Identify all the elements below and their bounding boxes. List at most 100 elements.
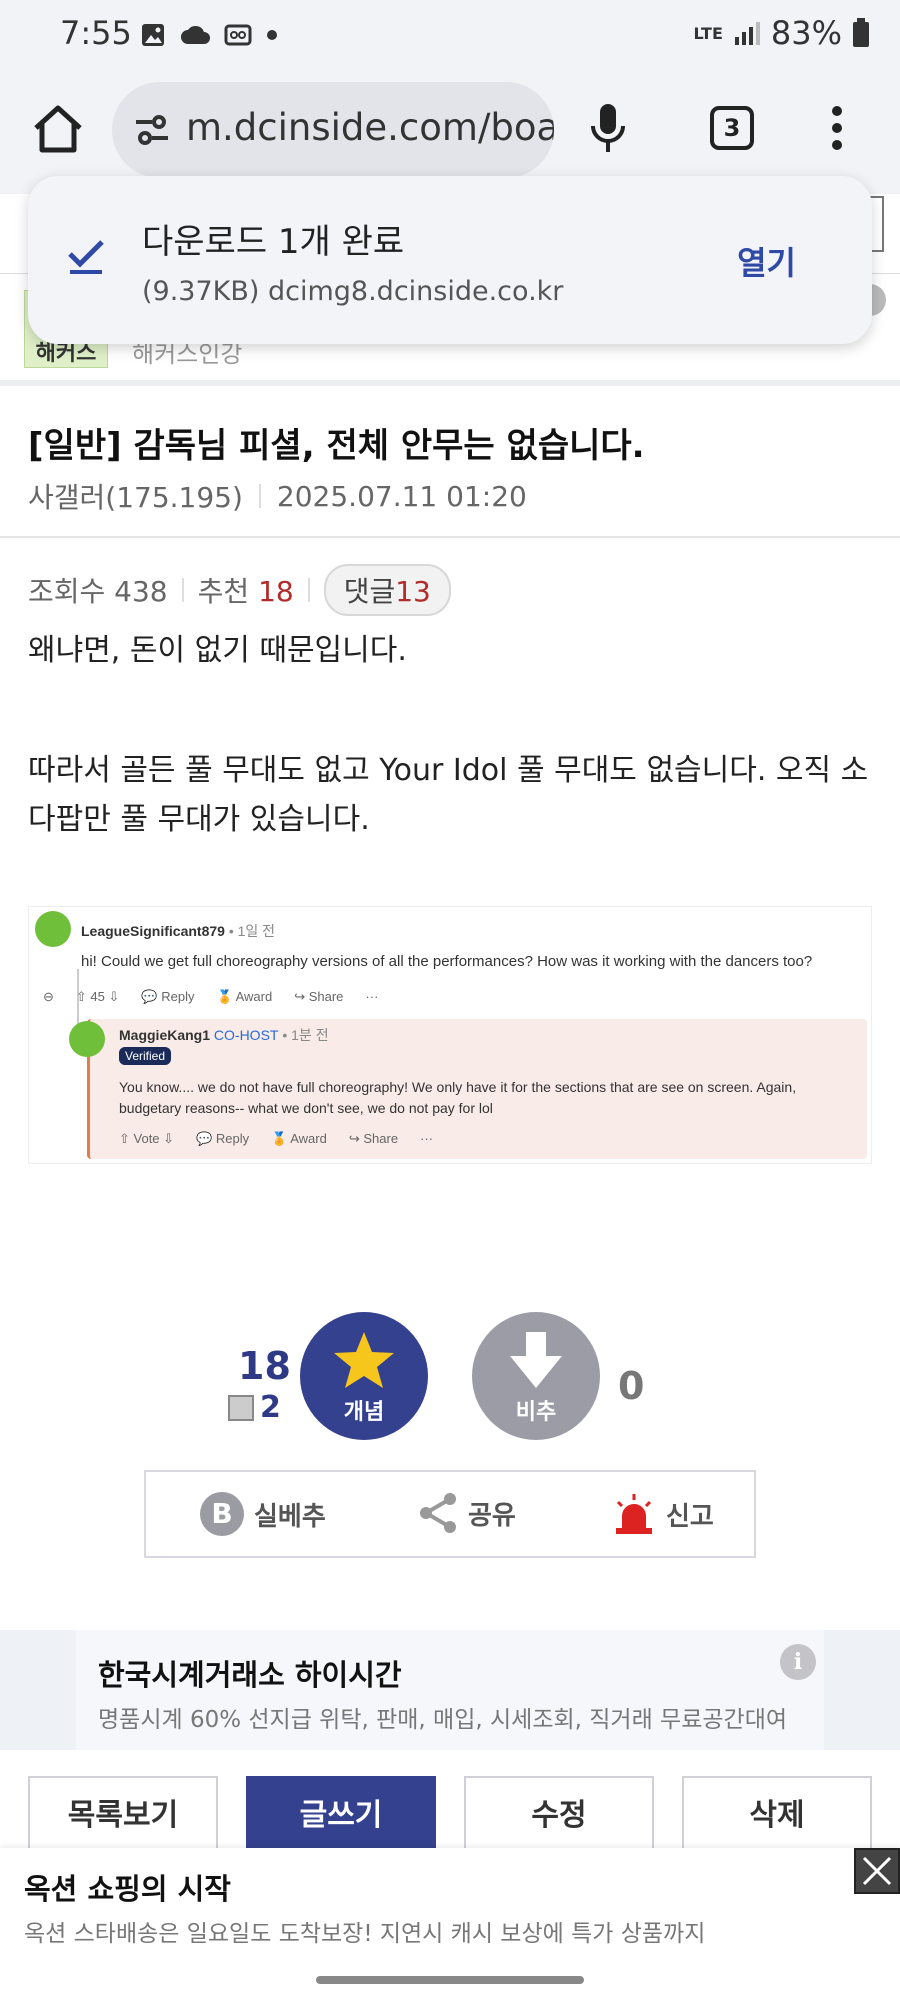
comments-label: 댓글 [343,575,396,608]
cassette-icon [224,24,252,46]
embedded-comment-screenshot[interactable]: LeagueSignificant879 • 1일 전 hi! Could we… [28,906,872,1164]
share-icon [420,1493,456,1533]
views-count: 조회수 438 [28,575,168,608]
comments-count: 13 [395,575,431,608]
meta-separator [258,484,261,508]
image-icon [142,24,164,46]
comments-button[interactable]: 댓글13 [323,564,451,616]
download-complete-toast: 다운로드 1개 완료 (9.37KB) dcimg8.dcinside.co.k… [28,176,872,344]
downvote-count: 0 [618,1364,645,1408]
vote-action: ⇧ Vote ⇩ [119,1131,175,1146]
post-body-line2: 따라서 골든 풀 무대도 없고 Your Idol 풀 무대도 없습니다. 오직… [28,753,869,837]
comment2-user-line: MaggieKang1 CO-HOST • 1분 전 [119,1025,329,1045]
b-icon: B [200,1492,244,1536]
toast-title: 다운로드 1개 완료 [142,222,405,262]
award-action: 🏅 Award [216,989,273,1004]
upvote-label: 개념 [343,1400,385,1425]
edit-button[interactable]: 수정 [464,1776,654,1856]
cloud-icon [181,25,210,44]
silbe-button[interactable]: B 실베추 [200,1492,326,1536]
star-icon [334,1332,394,1388]
post-action-bar: B 실베추 공유 신고 [144,1470,756,1558]
collapse-icon: ⊖ [43,989,54,1004]
upvote-count: 18 [238,1344,291,1388]
signal-icon [734,22,760,45]
recommend-stat: 추천 18 [198,570,294,610]
ad-info-icon[interactable]: i [780,1644,816,1680]
ad-banner[interactable]: 한국시계거래소 하이시간 명품시계 60% 선지급 위탁, 판매, 매입, 시세… [0,1630,900,1750]
bottom-ad-subtitle: 옥션 스타배송은 일요일도 도착보장! 지연시 캐시 보상에 특가 상품까지 [24,1921,706,1947]
comment1-user-line: LeagueSignificant879 • 1일 전 [81,921,275,941]
reply-action: 💬 Reply [196,1131,250,1146]
share-action: ↪ Share [294,989,344,1004]
comment2-actions: ⇧ Vote ⇩ 💬 Reply 🏅 Award ↪ Share ··· [119,1131,433,1147]
reply-label: Reply [215,1131,250,1146]
address-bar[interactable]: m.dcinside.com/board [112,82,554,178]
report-label: 신고 [666,1501,714,1532]
stats-separator [181,578,184,602]
status-bar: 7:55 LTE 83% [0,0,900,72]
home-button[interactable] [30,102,86,158]
tab-switcher-button[interactable]: 3 [710,106,754,150]
toast-open-button[interactable]: 열기 [737,238,796,284]
post-author[interactable]: 사갤러(175.195) [28,476,243,516]
close-icon [862,1856,892,1886]
comment1-actions: ⊖ ⇧ 45 ⇩ 💬 Reply 🏅 Award ↪ Share ··· [43,989,378,1005]
post-stats: 조회수 438 추천 18 댓글13 [28,564,451,616]
share-action: ↪ Share [348,1131,399,1146]
toast-subtitle: (9.37KB) dcimg8.dcinside.co.kr [142,276,564,307]
reply-label: Reply [161,989,195,1004]
post-body-line1: 왜냐면, 돈이 없기 때문입니다. [28,633,407,668]
delete-button[interactable]: 삭제 [682,1776,872,1856]
post-datetime: 2025.07.11 01:20 [276,479,527,513]
stats-separator [307,578,310,602]
status-system-icons: LTE 83% [693,14,870,52]
vote-label: Vote [133,1131,160,1146]
downvote-button[interactable]: 비추 [472,1312,600,1440]
comment2-text: You know.... we do not have full choreog… [119,1079,797,1116]
fixed-recommend-icon [228,1394,254,1421]
commenter-avatar [35,911,71,947]
fixed-recommend-count: 2 [260,1390,281,1425]
more-icon: ··· [365,989,379,1004]
down-arrow-icon [510,1332,562,1388]
navigation-bar [0,1968,900,2000]
ad-subtitle: 명품시계 60% 선지급 위탁, 판매, 매입, 시세조회, 직거래 무료공간대… [98,1707,788,1733]
battery-percent: 83% [770,14,842,52]
siren-icon [616,1494,652,1534]
ad-title: 한국시계거래소 하이시간 [98,1658,402,1692]
post-button-row: 목록보기 글쓰기 수정 삭제 [0,1750,900,1856]
divider [0,536,900,538]
reply-avatar [69,1021,105,1057]
comment2-time: • 1분 전 [282,1027,329,1043]
bottom-ad-close-button[interactable] [854,1848,900,1894]
comment1-username: LeagueSignificant879 [81,923,225,939]
award-label: Award [290,1131,327,1146]
share-label: 공유 [468,1500,516,1531]
report-button[interactable]: 신고 [612,1492,714,1536]
network-type: LTE [693,23,723,43]
home-icon [34,105,82,153]
share-label: Share [363,1131,399,1146]
write-button[interactable]: 글쓰기 [246,1776,436,1856]
comment2-username: MaggieKang1 [119,1027,211,1043]
post-meta: 사갤러(175.195) 2025.07.11 01:20 [28,476,527,516]
verified-badge: Verified [119,1047,172,1065]
upvote-button[interactable]: 개념 [300,1312,428,1440]
comment1-text: hi! Could we get full choreography versi… [81,953,813,970]
more-vertical-icon [832,106,842,150]
status-notification-icons [140,22,278,48]
comment2-role: CO-HOST [213,1027,279,1043]
share-button[interactable]: 공유 [418,1492,516,1534]
status-time: 7:55 [60,14,132,52]
list-button[interactable]: 목록보기 [28,1776,218,1856]
microphone-icon [591,104,625,152]
gesture-handle[interactable] [316,1976,584,1984]
recommend-label: 추천 [197,575,250,608]
browser-menu-button[interactable] [830,104,844,156]
site-settings-icon[interactable] [132,110,172,150]
voice-search-button[interactable] [588,102,628,158]
comment1-time: • 1일 전 [228,923,276,939]
bottom-ad-banner[interactable]: 옥션 쇼핑의 시작 옥션 스타배송은 일요일도 도착보장! 지연시 캐시 보상에… [0,1848,900,1968]
post-title: [일반] 감독님 피셜, 전체 안무는 없습니다. [28,426,645,466]
